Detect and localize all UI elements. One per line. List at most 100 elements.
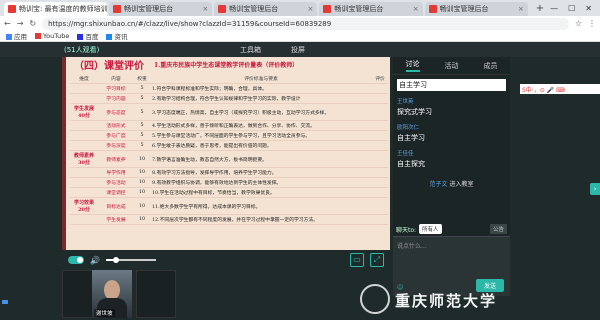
rubric-item: 学生发展 bbox=[98, 214, 134, 225]
rubric-weight: 10 bbox=[134, 177, 150, 188]
browser-tabbar: 畅训宝: 最有温度的教师培训【× 畅训宝管理后台× 畅训宝管理后台× 畅训宝管理… bbox=[0, 0, 600, 16]
slide-subtitle: 1.重庆市民族中学生态课堂教学评价量表（评价教师） bbox=[154, 62, 299, 69]
rubric-description: 12.不同层次学生都有不同程度的发展，并在学习过程中掌握一定的学习方法。 bbox=[150, 214, 372, 225]
rubric-dimension: 学生发展40分 bbox=[70, 103, 98, 121]
rubric-description: 2.有助学习结构合理，符合学生认知规律和学生学习的实际，教学设计 bbox=[150, 93, 372, 104]
bookmark-apps[interactable]: 应用 bbox=[6, 31, 27, 41]
site-icon bbox=[8, 5, 16, 13]
rubric-dimension: 教师素养30分 bbox=[70, 150, 98, 168]
menu-icon[interactable]: ⋮ bbox=[588, 19, 596, 28]
table-row: 学习目标 5 1.符合学科课程标准和学生实际；明确，合理，具体。 bbox=[70, 83, 388, 94]
message-text: 自主探究 bbox=[397, 160, 425, 168]
close-icon[interactable]: × bbox=[413, 5, 419, 13]
tab-activity[interactable]: 活动 bbox=[445, 61, 459, 71]
rubric-description: 9.有效教学组织与协调，能够有效地达到学生的主体性发挥。 bbox=[150, 177, 372, 188]
webcam-name: 谢世坡 bbox=[94, 309, 115, 317]
rubric-item: 导学作用 bbox=[98, 167, 134, 178]
table-row: 参与广度 5 5.学生参与课堂活动广，不同层面的学生参与学习，且学习活动全员参与。 bbox=[70, 130, 388, 141]
slide-stage: （四）课堂评价 1.重庆市民族中学生态课堂教学评价量表（评价教师） 维度 内容 … bbox=[62, 57, 390, 250]
rubric-item: 目标达成 bbox=[98, 197, 134, 215]
bookmark-news[interactable]: 资讯 bbox=[106, 31, 127, 41]
browser-tab[interactable]: 畅训宝: 最有温度的教师培训【× bbox=[4, 2, 108, 16]
close-window-icon[interactable]: ✕ bbox=[585, 2, 592, 16]
bookmark-youtube[interactable]: YouTube bbox=[35, 32, 69, 40]
university-watermark: 重庆师范大学 bbox=[395, 292, 498, 310]
table-row: 学生发展40分 参与态度 5 3.学习态度端正，热情高，自主学习（或探究学习）积极主动… bbox=[70, 103, 388, 121]
maximize-icon[interactable]: ☐ bbox=[568, 2, 575, 16]
minimize-icon[interactable]: — bbox=[550, 2, 558, 16]
university-seal bbox=[360, 284, 390, 314]
toolbox-button[interactable]: 工具箱 bbox=[240, 45, 261, 55]
rubric-description: 7.教学语言准确生动，教态自然大方，板书简明扼要。 bbox=[150, 150, 372, 168]
rubric-score bbox=[372, 167, 388, 178]
rubric-weight: 5 bbox=[134, 130, 150, 141]
media-controls: 🔊 ▭ ⤢ bbox=[62, 250, 390, 270]
news-icon bbox=[106, 34, 113, 40]
browser-tab[interactable]: 畅训宝管理后台 × bbox=[424, 2, 528, 16]
url-field[interactable]: https://mgr.shixunbao.cn/#/clazz/live/sh… bbox=[42, 17, 569, 30]
message-user: 欧阳次仁 bbox=[397, 125, 420, 131]
fullscreen-icon[interactable]: ⤢ bbox=[370, 253, 384, 267]
volume-icon[interactable]: 🔊 bbox=[90, 256, 100, 265]
table-row: 活动形式 5 4.学生活动形式多样，善于倾听和正确表达，做到合作、分享、协作、交流。 bbox=[70, 120, 388, 131]
rubric-score bbox=[372, 197, 388, 215]
tab-members[interactable]: 成员 bbox=[484, 61, 498, 71]
rubric-dimension bbox=[70, 177, 98, 188]
rubric-score bbox=[372, 187, 388, 198]
slide-title: （四）课堂评价 bbox=[74, 61, 144, 72]
table-header-row: 维度 内容 权重 评价标准与要素 评价 bbox=[70, 74, 388, 84]
person-head bbox=[104, 280, 120, 300]
volume-slider[interactable] bbox=[105, 257, 156, 263]
rubric-dimension bbox=[70, 93, 98, 104]
rubric-weight: 10 bbox=[134, 150, 150, 168]
chat-target-select[interactable]: 所有人 bbox=[419, 224, 442, 234]
screen-share-icon[interactable]: ▭ bbox=[350, 253, 364, 267]
rubric-score bbox=[372, 130, 388, 141]
browser-tab[interactable]: 畅训宝管理后台 × bbox=[319, 2, 423, 16]
mic-toggle[interactable] bbox=[68, 256, 84, 264]
notice-button[interactable]: 公告 bbox=[489, 224, 507, 234]
close-icon[interactable]: × bbox=[308, 5, 314, 13]
youtube-icon bbox=[35, 33, 41, 39]
rubric-dimension bbox=[70, 214, 98, 225]
close-icon[interactable]: × bbox=[518, 5, 524, 13]
star-icon[interactable]: ☆ bbox=[575, 19, 582, 28]
table-row: 学生发展 10 12.不同层次学生都有不同程度的发展，并在学习过程中掌握一定的学习方… bbox=[70, 214, 388, 225]
chat-to-label: 聊天to: bbox=[396, 226, 417, 234]
tab-discussion[interactable]: 讨论 bbox=[405, 59, 420, 72]
chat-input[interactable]: 说点什么... ☺ 发送 bbox=[393, 236, 510, 296]
webcam-feed[interactable]: 谢世坡 bbox=[92, 270, 132, 318]
column-header: 内容 bbox=[98, 74, 134, 84]
rubric-score bbox=[372, 177, 388, 188]
rubric-dimension bbox=[70, 187, 98, 198]
back-icon[interactable]: ← bbox=[4, 19, 11, 28]
chat-target-bar: 聊天to: 所有人 公告 bbox=[393, 222, 510, 236]
rubric-item: 教师素养 bbox=[98, 150, 134, 168]
new-tab-button[interactable]: + bbox=[530, 2, 550, 16]
column-header: 评价标准与要素 bbox=[150, 74, 372, 84]
ime-toolbar[interactable]: S中·，⊙ 🎤 ⌨ bbox=[520, 84, 600, 94]
rubric-item: 活动形式 bbox=[98, 120, 134, 131]
cast-button[interactable]: 投屏 bbox=[291, 45, 305, 55]
rubric-description: 5.学生参与课堂活动广，不同层面的学生参与学习，且学习活动全员参与。 bbox=[150, 130, 372, 141]
address-bar: ← → ↻ https://mgr.shixunbao.cn/#/clazz/l… bbox=[0, 16, 600, 31]
rubric-weight: 10 bbox=[134, 197, 150, 215]
close-icon[interactable]: × bbox=[202, 5, 208, 13]
expand-panel-button[interactable]: › bbox=[590, 183, 600, 195]
baidu-icon bbox=[77, 34, 84, 40]
rubric-item: 参与深度 bbox=[98, 140, 134, 151]
enter-notice: 范子文 进入教室 bbox=[397, 179, 506, 188]
bookmarks-bar: 应用 YouTube 百度 资讯 bbox=[0, 31, 600, 42]
rubric-description: 6.学生敢于表达质疑，善于思考，能提出有价值的问题。 bbox=[150, 140, 372, 151]
reload-icon[interactable]: ↻ bbox=[29, 19, 36, 28]
video-placeholder bbox=[136, 270, 176, 318]
bookmark-baidu[interactable]: 百度 bbox=[77, 31, 98, 41]
browser-tab[interactable]: 畅训宝管理后台 × bbox=[109, 2, 213, 16]
live-topbar: (51人观看) 工具箱 投屏 bbox=[0, 42, 600, 57]
rubric-score bbox=[372, 120, 388, 131]
rubric-score bbox=[372, 103, 388, 121]
column-header: 评价 bbox=[372, 74, 388, 84]
forward-icon[interactable]: → bbox=[17, 19, 24, 28]
browser-tab[interactable]: 畅训宝管理后台 × bbox=[214, 2, 318, 16]
chat-placeholder: 说点什么... bbox=[397, 243, 427, 250]
